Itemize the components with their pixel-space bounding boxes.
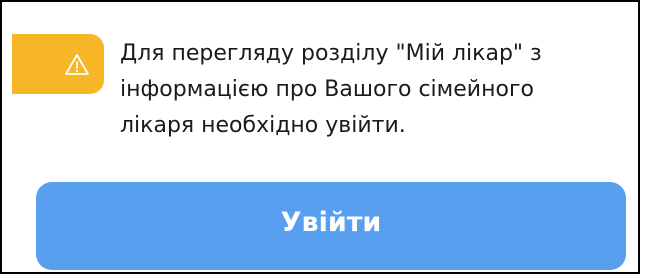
login-button[interactable]: Увійти xyxy=(36,182,626,270)
warning-icon xyxy=(65,54,89,75)
notice-line: інформацією про Вашого сімейного xyxy=(120,77,534,102)
notice-message: Для перегляду розділу "Мій лікар" з інфо… xyxy=(120,36,620,144)
notice-line: лікаря необхідно увійти. xyxy=(120,113,406,138)
notice-line: Для перегляду розділу "Мій лікар" з xyxy=(120,41,542,66)
warning-badge xyxy=(12,34,104,94)
